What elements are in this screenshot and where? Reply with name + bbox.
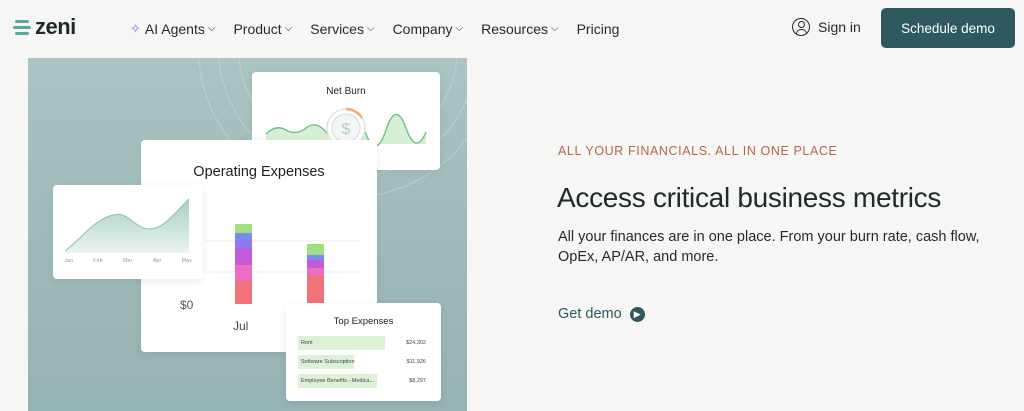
nav-product[interactable]: Product ⌵ [233,18,292,39]
nav-ai-agents-label: AI Agents [144,20,205,37]
nav-company[interactable]: Company ⌵ [393,18,464,39]
brand-name: zeni [35,14,76,39]
chevron-down-icon: ⌵ [551,23,559,34]
hero-illustration: Net Burn $ Operating Expenses $0 Jul Jan… [28,58,467,411]
opex-bar-segment [235,240,252,249]
expense-value: $8,297 [409,378,426,384]
expense-label: Employee Benefits - Medica... [301,378,375,384]
nav-ai-agents[interactable]: ✧ AI Agents ⌵ [130,18,215,39]
get-demo-label: Get demo [558,306,622,322]
chevron-down-icon: ⌵ [455,23,464,34]
user-icon [792,18,810,36]
opex-bar-segment [307,255,324,260]
month-tick-label: Apr [152,258,162,264]
month-tick-label: May [181,258,192,264]
sparkle-icon: ✧ [130,20,141,36]
chevron-down-icon: ⌵ [207,23,216,34]
hero-body: All your finances are in one place. From… [558,229,980,265]
get-demo-link[interactable]: Get demo ▶ [558,306,645,322]
expense-value: $11,926 [406,359,426,365]
zeni-logo[interactable]: zeni [13,16,76,38]
expense-label: Software Subscription [301,359,355,365]
chevron-down-icon: ⌵ [284,23,293,34]
nav-company-label: Company [392,20,453,37]
opex-bar-segment [235,249,252,265]
opex-bar-segment [235,224,252,233]
hero-eyebrow: ALL YOUR FINANCIALS. ALL IN ONE PLACE [558,144,838,158]
hero-headline: Access critical business metrics [557,182,942,213]
opex-axis-zero-label: $0 [180,298,194,312]
expense-row: Employee Benefits - Medica... $8,297 [298,374,426,388]
expense-row: Rent $24,302 [298,336,426,350]
nav-resources-label: Resources [481,20,548,37]
opex-month-label: Jul [233,319,249,333]
main-menu: ✧ AI Agents ⌵ Product ⌵ Services ⌵ Compa… [130,18,637,39]
opex-bar-segment [307,268,324,276]
month-tick-label: Mar [122,258,133,264]
opex-bar-segment [235,233,252,240]
month-tick-label: Feb [93,258,103,264]
sign-in-link[interactable]: Sign in [792,18,861,36]
opex-bar-segment [235,281,252,304]
top-expenses-title: Top Expenses [333,316,394,327]
sign-in-label: Sign in [818,19,861,35]
opex-bar-segment [235,265,252,281]
nav-product-label: Product [233,20,282,37]
chevron-down-icon: ⌵ [366,23,375,34]
top-expenses-card: Top Expenses Rent $24,302 Software Subsc… [286,303,441,401]
opex-bar-segment [307,276,324,304]
nav-services[interactable]: Services ⌵ [310,18,374,39]
arrow-right-icon: ▶ [629,306,645,322]
expense-value: $24,302 [406,340,426,346]
nav-pricing[interactable]: Pricing [577,18,620,39]
top-nav: zeni ✧ AI Agents ⌵ Product ⌵ Services ⌵ … [0,0,1024,56]
month-tick-label: Jan [64,258,73,264]
svg-text:$: $ [342,121,351,138]
area-chart-card: Jan Feb Mar Apr May [53,185,203,279]
nav-pricing-label: Pricing [576,20,620,37]
opex-bar-segment [307,244,324,255]
opex-bar-segment [307,260,324,268]
expense-row: Software Subscription $11,926 [298,355,426,369]
area-chart-month-axis: Jan Feb Mar Apr May [64,258,192,264]
area-chart [64,198,190,253]
schedule-demo-button[interactable]: Schedule demo [881,8,1015,48]
zeni-logo-icon [13,18,31,36]
expense-label: Rent [301,340,313,346]
nav-services-label: Services [310,20,364,37]
nav-resources[interactable]: Resources ⌵ [481,18,559,39]
